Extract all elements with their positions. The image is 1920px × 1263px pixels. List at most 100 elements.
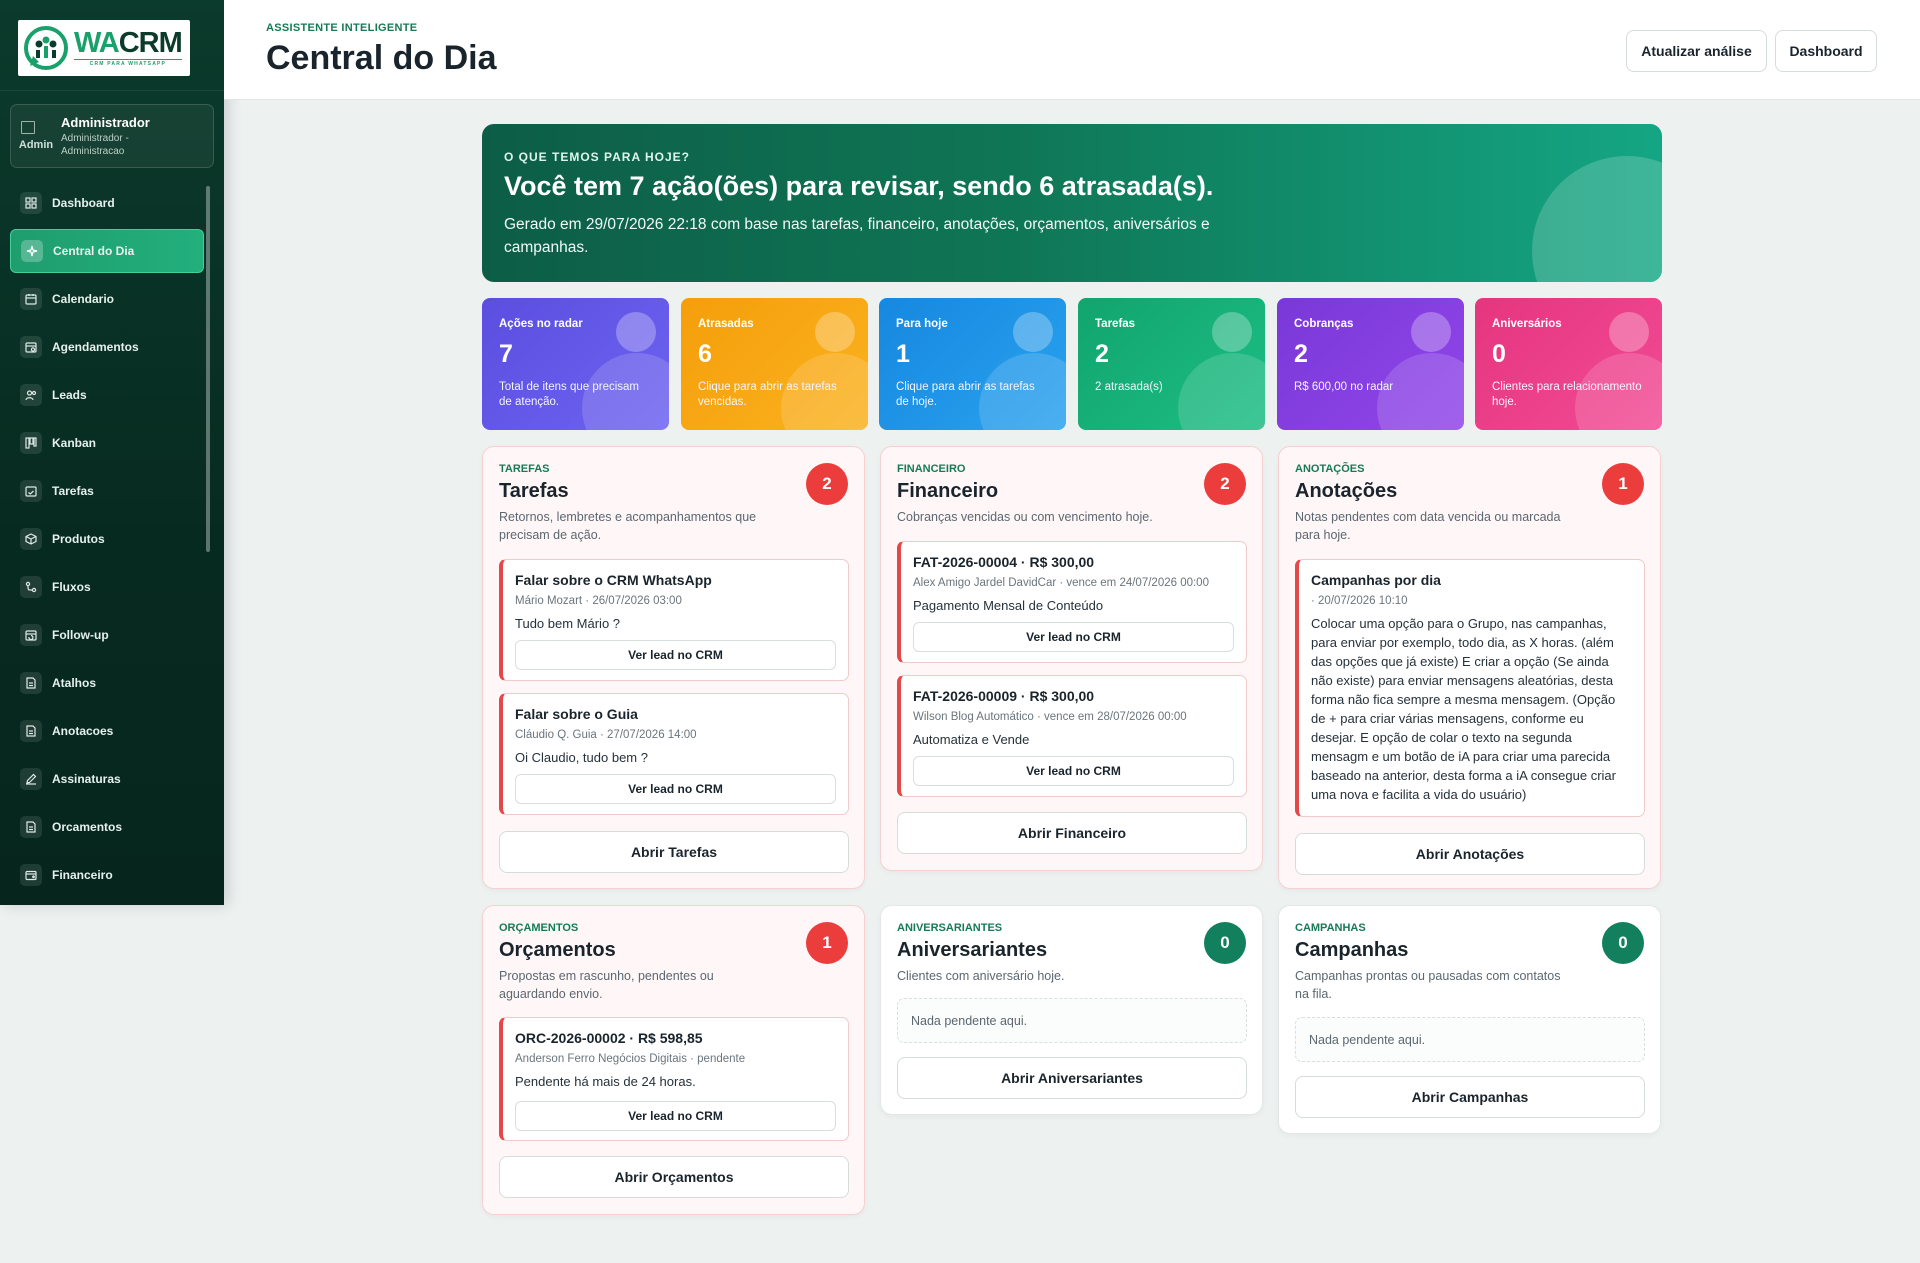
open-aniversariantes-button[interactable]: Abrir Aniversariantes	[897, 1057, 1247, 1099]
dashboard-button[interactable]: Dashboard	[1775, 30, 1877, 72]
calendar-clock-icon	[20, 336, 42, 358]
sidebar-item-calendario[interactable]: Calendario	[10, 277, 204, 321]
user-card[interactable]: Admin Administrador Administrador - Admi…	[10, 104, 214, 168]
panel-anotacoes: ANOTAÇÕES Anotações Notas pendentes com …	[1278, 446, 1661, 889]
view-lead-button[interactable]: Ver lead no CRM	[913, 622, 1234, 652]
item-meta: Mário Mozart · 26/07/2026 03:00	[515, 595, 682, 607]
panel-description: Notas pendentes com data vencida ou marc…	[1295, 510, 1561, 542]
user-name: Administrador	[61, 114, 150, 130]
sidebar-item-kanban[interactable]: Kanban	[10, 421, 204, 465]
hero-description: Gerado em 29/07/2026 22:18 com base nas …	[504, 216, 1210, 256]
update-analysis-button[interactable]: Atualizar análise	[1626, 30, 1767, 72]
sidebar-item-tarefas[interactable]: Tarefas	[10, 469, 204, 513]
item-title: FAT-2026-00009 · R$ 300,00	[913, 688, 1095, 704]
item-meta: Alex Amigo Jardel DavidCar · vence em 24…	[913, 577, 1209, 589]
calendar-check-icon	[20, 480, 42, 502]
open-tarefas-button[interactable]: Abrir Tarefas	[499, 831, 849, 873]
open-financeiro-button[interactable]: Abrir Financeiro	[897, 812, 1247, 854]
page-kicker: ASSISTENTE INTELIGENTE	[266, 22, 418, 34]
panel-orcamentos: ORÇAMENTOS Orçamentos Propostas em rascu…	[482, 905, 865, 1215]
stat-card-aniversarios[interactable]: Aniversários 0 Clientes para relacioname…	[1475, 298, 1662, 430]
sidebar-item-anotacoes[interactable]: Anotacoes	[10, 709, 204, 753]
sidebar-item-label: Agendamentos	[52, 340, 139, 354]
sidebar-item-leads[interactable]: Leads	[10, 373, 204, 417]
invoice-item: FAT-2026-00009 · R$ 300,00 Wilson Blog A…	[897, 675, 1247, 797]
summary-hero: O QUE TEMOS PARA HOJE? Você tem 7 ação(õ…	[482, 124, 1662, 282]
panel-description: Campanhas prontas ou pausadas com contat…	[1295, 969, 1561, 1001]
stat-card-para-hoje[interactable]: Para hoje 1 Clique para abrir as tarefas…	[879, 298, 1066, 430]
sidebar-item-label: Leads	[52, 388, 87, 402]
sidebar-item-label: Assinaturas	[52, 772, 121, 786]
panel-tarefas: TAREFAS Tarefas Retornos, lembretes e ac…	[482, 446, 865, 889]
stat-value: 6	[698, 340, 712, 368]
stat-value: 7	[499, 340, 513, 368]
item-meta: Wilson Blog Automático · vence em 28/07/…	[913, 711, 1187, 723]
panel-kicker: CAMPANHAS	[1295, 922, 1366, 934]
item-text: Tudo bem Mário ?	[515, 616, 621, 631]
avatar: Admin	[19, 119, 53, 153]
users-icon	[20, 384, 42, 406]
stat-label: Ações no radar	[499, 318, 583, 330]
stat-value: 1	[896, 340, 910, 368]
stat-description: R$ 600,00 no radar	[1294, 381, 1394, 393]
sidebar-item-fluxos[interactable]: Fluxos	[10, 565, 204, 609]
sidebar-item-financeiro[interactable]: Financeiro	[10, 853, 204, 897]
stat-description: 2 atrasada(s)	[1095, 381, 1163, 393]
open-campanhas-button[interactable]: Abrir Campanhas	[1295, 1076, 1645, 1118]
panel-kicker: ANOTAÇÕES	[1295, 463, 1365, 475]
sidebar-item-orcamentos[interactable]: Orcamentos	[10, 805, 204, 849]
view-lead-button[interactable]: Ver lead no CRM	[515, 1101, 836, 1131]
decorative-circle	[1609, 312, 1649, 352]
view-lead-button[interactable]: Ver lead no CRM	[913, 756, 1234, 786]
sidebar-item-agendamentos[interactable]: Agendamentos	[10, 325, 204, 369]
panel-title: Orçamentos	[499, 939, 616, 961]
sidebar-item-label: Atalhos	[52, 676, 97, 690]
sidebar: WACRM CRM PARA WHATSAPP Admin Administra…	[0, 0, 224, 905]
view-lead-button[interactable]: Ver lead no CRM	[515, 774, 836, 804]
note-item: Campanhas por dia · 20/07/2026 10:10 Col…	[1295, 559, 1645, 817]
calendar-icon	[20, 288, 42, 310]
panel-title: Anotações	[1295, 480, 1398, 502]
view-lead-button[interactable]: Ver lead no CRM	[515, 640, 836, 670]
item-meta: · 20/07/2026 10:10	[1311, 595, 1408, 607]
item-title: Campanhas por dia	[1311, 572, 1441, 588]
stat-card-tarefas[interactable]: Tarefas 2 2 atrasada(s)	[1078, 298, 1265, 430]
sidebar-item-label: Dashboard	[52, 196, 115, 210]
stat-label: Para hoje	[896, 318, 948, 330]
stat-card-atrasadas[interactable]: Atrasadas 6 Clique para abrir as tarefas…	[681, 298, 868, 430]
stat-value: 0	[1492, 340, 1506, 368]
sidebar-item-follow-up[interactable]: Follow-up	[10, 613, 204, 657]
app-logo[interactable]: WACRM CRM PARA WHATSAPP	[18, 20, 190, 76]
sidebar-nav: Dashboard Central do Dia Calendario Agen…	[10, 181, 204, 901]
sidebar-item-dashboard[interactable]: Dashboard	[10, 181, 204, 225]
sidebar-item-label: Calendario	[52, 292, 115, 306]
panel-description: Propostas em rascunho, pendentes ou agua…	[499, 969, 714, 1001]
hero-title: Você tem 7 ação(ões) para revisar, sendo…	[504, 171, 1214, 201]
sidebar-item-assinaturas[interactable]: Assinaturas	[10, 757, 204, 801]
count-badge: 2	[806, 463, 848, 505]
panel-kicker: ANIVERSARIANTES	[897, 922, 1003, 934]
count-badge: 1	[1602, 463, 1644, 505]
count-badge: 1	[806, 922, 848, 964]
kanban-icon	[20, 432, 42, 454]
sidebar-item-label: Kanban	[52, 436, 97, 450]
sidebar-item-label: Fluxos	[52, 580, 91, 594]
sparkle-icon	[21, 240, 43, 262]
sidebar-item-produtos[interactable]: Produtos	[10, 517, 204, 561]
sidebar-scrollbar[interactable]	[206, 186, 210, 552]
stat-card-acoes-no-radar[interactable]: Ações no radar 7 Total de itens que prec…	[482, 298, 669, 430]
whatsapp-logo-icon	[22, 24, 70, 72]
item-text: Pagamento Mensal de Conteúdo	[913, 598, 1104, 613]
stat-card-cobrancas[interactable]: Cobranças 2 R$ 600,00 no radar	[1277, 298, 1464, 430]
brand-crm: CRM	[118, 27, 183, 59]
sidebar-item-label: Central do Dia	[53, 244, 135, 258]
sidebar-item-label: Orcamentos	[52, 820, 123, 834]
open-anotacoes-button[interactable]: Abrir Anotações	[1295, 833, 1645, 875]
sidebar-item-atalhos[interactable]: Atalhos	[10, 661, 204, 705]
empty-state: Nada pendente aqui.	[1295, 1017, 1645, 1062]
open-orcamentos-button[interactable]: Abrir Orçamentos	[499, 1156, 849, 1198]
sidebar-item-central-do-dia[interactable]: Central do Dia	[10, 229, 204, 273]
item-meta: Anderson Ferro Negócios Digitais · pende…	[515, 1053, 746, 1065]
stat-label: Atrasadas	[698, 318, 754, 330]
brand-wa: WA	[74, 27, 120, 59]
